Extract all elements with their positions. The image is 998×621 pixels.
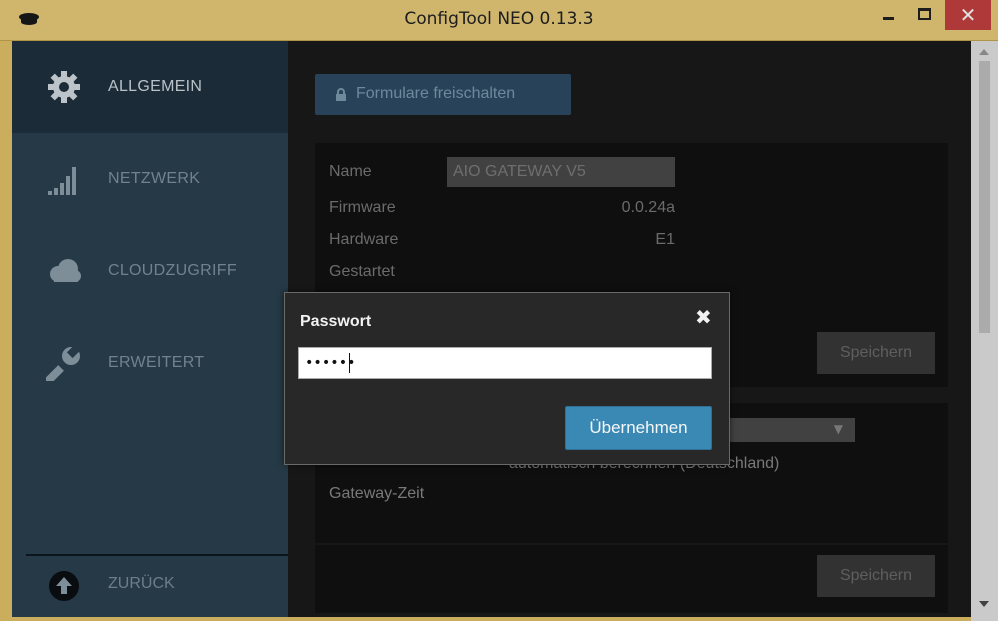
dialog-title: Passwort xyxy=(300,313,372,330)
dialog-close-icon[interactable]: ✖ xyxy=(695,305,712,329)
apply-button[interactable]: Übernehmen xyxy=(565,406,712,450)
password-dialog: Passwort ✖ Übernehmen xyxy=(284,292,730,465)
password-input[interactable] xyxy=(298,347,712,379)
text-caret xyxy=(349,353,350,373)
